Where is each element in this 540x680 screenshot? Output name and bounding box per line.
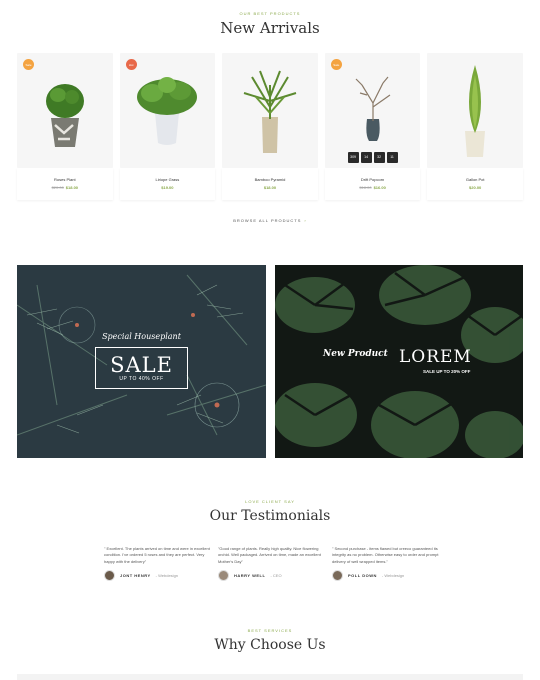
product-card[interactable]: Gallon Pot $20.00 (427, 53, 523, 200)
product-image[interactable] (427, 53, 523, 168)
product-image[interactable]: Hot (119, 53, 216, 168)
product-image[interactable]: Sale 309 14 32 11 (324, 53, 421, 168)
testimonial-card: " Second purchase - items flawed but cre… (332, 546, 444, 582)
banner-headline: SALE (110, 353, 173, 377)
chevron-right-icon: › (304, 218, 307, 223)
banner-headline: LOREM (399, 347, 472, 367)
product-image[interactable] (222, 53, 318, 168)
testimonial-author: JONT HENRY - Webdesign (104, 570, 216, 582)
arrivals-title: New Arrivals (220, 19, 320, 37)
author-role: - CEO (270, 572, 282, 578)
testimonials-title: Our Testimonials (209, 508, 331, 524)
hot-badge: Hot (125, 59, 137, 70)
plant-image (465, 65, 486, 157)
testimonial-quote: " Excellent. The plants arrived on time … (104, 546, 210, 564)
product-card[interactable]: Sale Roses Plant $20.00 $18.00 (17, 53, 113, 200)
testimonial-author: HARRY WELL - CEO (218, 570, 330, 582)
testimonial-author: POLL DOWN - Webdesign (332, 570, 444, 582)
sale-badge: Sale (23, 59, 34, 70)
product-old-price: $18.00 (359, 185, 372, 190)
product-price: $18.00 (65, 185, 79, 190)
countdown-days: 309 (347, 152, 359, 163)
avatar (104, 570, 115, 582)
plant-image (355, 76, 390, 141)
why-eyebrow: BEST SERVICES (247, 628, 293, 633)
browse-all-link[interactable]: BROWSE ALL PRODUCTS › (0, 218, 540, 223)
avatar (332, 570, 343, 582)
services-strip (17, 674, 523, 680)
testimonial-quote: " Second purchase - items flawed but cre… (332, 546, 439, 564)
product-name[interactable]: Drift Popcorn (325, 177, 421, 182)
product-price: $20.00 (469, 185, 482, 190)
plant-image (243, 70, 297, 153)
sale-badge: Sale (330, 59, 342, 70)
testimonial-card: "Good range of plants. Really high quali… (218, 546, 330, 582)
banner-subtext: UP TO 40% OFF (119, 376, 164, 382)
countdown-timer: 309 14 32 11 (347, 152, 398, 163)
banner-subtext: SALE UP TO 20% OFF (423, 369, 471, 374)
product-price: $19.00 (161, 185, 174, 190)
product-card[interactable]: Bamboo Pyramid $18.00 (222, 53, 318, 200)
product-image[interactable]: Sale (17, 53, 113, 168)
product-old-price: $20.00 (51, 185, 64, 190)
product-card[interactable]: Sale 309 14 32 11 Drift Popcorn $18.00 $1… (324, 53, 421, 200)
sale-banner[interactable]: Special Houseplant SALE UP TO 40% OFF (17, 265, 266, 458)
arrivals-eyebrow: OUR BEST PRODUCTS (239, 11, 301, 16)
author-role: - Webdesign (155, 572, 179, 578)
product-name[interactable]: Bamboo Pyramid (222, 177, 318, 182)
author-name: POLL DOWN (348, 572, 377, 578)
banner-script-text: New Product (323, 349, 388, 359)
banner-script-text: Special Houseplant (102, 332, 181, 341)
browse-all-label: BROWSE ALL PRODUCTS (233, 218, 302, 223)
author-name: JONT HENRY (120, 572, 151, 578)
countdown-minutes: 32 (373, 152, 385, 163)
countdown-hours: 14 (360, 152, 372, 163)
testimonial-quote: "Good range of plants. Really high quali… (218, 546, 321, 564)
new-product-banner[interactable]: New Product LOREM SALE UP TO 20% OFF (275, 265, 523, 458)
product-price: $18.00 (263, 185, 277, 190)
product-card[interactable]: Hot Liriope Grass $19.00 (119, 53, 216, 200)
avatar (218, 570, 229, 582)
product-grid: Sale Roses Plant $20.00 $18.00 Hot Lirio… (17, 53, 523, 200)
testimonial-card: " Excellent. The plants arrived on time … (104, 546, 216, 582)
product-name[interactable]: Liriope Grass (120, 177, 216, 182)
product-name[interactable]: Gallon Pot (427, 177, 523, 182)
author-role: - Webdesign (381, 572, 405, 578)
product-name[interactable]: Roses Plant (17, 177, 113, 182)
product-price: $16.00 (373, 185, 386, 190)
author-name: HARRY WELL (234, 572, 266, 578)
testimonials-eyebrow: LOVE CLIENT SAY (245, 499, 295, 504)
plant-image (137, 77, 198, 145)
countdown-seconds: 11 (386, 152, 398, 163)
why-title: Why Choose Us (214, 637, 326, 653)
plant-image (45, 84, 84, 147)
